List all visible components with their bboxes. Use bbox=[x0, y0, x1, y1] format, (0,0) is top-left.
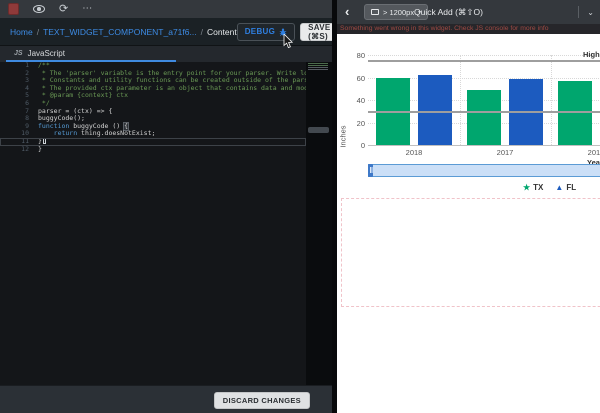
topbar-divider bbox=[578, 6, 579, 18]
y-axis-title: Inches bbox=[339, 107, 348, 167]
minimap-marks bbox=[308, 63, 328, 71]
refresh-icon[interactable]: ⟳ bbox=[59, 4, 68, 15]
line-number: 9 bbox=[0, 123, 38, 131]
text-cursor bbox=[43, 138, 47, 145]
preview-topbar: ‹ > 1200px ▾ Quick Add (⌘⇧O) ⌄ bbox=[337, 0, 600, 24]
code-lines: 1/**2 * The 'parser' variable is the ent… bbox=[0, 62, 306, 153]
code-token: thing.doesNotExist; bbox=[77, 130, 155, 138]
breadcrumb-separator: / bbox=[37, 27, 39, 37]
legend-item-tx[interactable]: ★TX bbox=[523, 183, 543, 192]
y-tick-label: 0 bbox=[339, 141, 365, 150]
app-logo-icon[interactable] bbox=[8, 3, 19, 15]
code-line[interactable]: 10 return thing.doesNotExist; bbox=[0, 130, 306, 138]
bar-fl-2018[interactable] bbox=[418, 75, 452, 145]
line-number: 11 bbox=[0, 138, 38, 146]
more-options-icon[interactable]: ⋯ bbox=[82, 5, 93, 13]
line-number: 1 bbox=[0, 62, 38, 70]
line-number: 6 bbox=[0, 100, 38, 108]
widget-error-banner: Something went wrong in this widget. Che… bbox=[337, 24, 600, 34]
chevron-down-icon[interactable]: ⌄ bbox=[587, 8, 594, 17]
breadcrumb-separator: / bbox=[201, 27, 203, 37]
preview-eye-icon[interactable] bbox=[33, 5, 45, 13]
line-number: 5 bbox=[0, 92, 38, 100]
breadcrumb-home-link[interactable]: Home bbox=[10, 27, 33, 37]
gridline bbox=[551, 55, 552, 145]
y-tick-label: 80 bbox=[339, 51, 365, 60]
empty-widget-placeholder bbox=[341, 198, 600, 307]
line-number: 2 bbox=[0, 70, 38, 78]
topbar-right-controls: ⌄ bbox=[578, 0, 594, 24]
minimap[interactable] bbox=[306, 62, 332, 385]
bar-tx-2017[interactable] bbox=[467, 90, 501, 145]
preview-panel: ‹ > 1200px ▾ Quick Add (⌘⇧O) ⌄ Something… bbox=[337, 0, 600, 413]
line-number: 7 bbox=[0, 108, 38, 116]
line-number: 8 bbox=[0, 115, 38, 123]
plot-line-label: Highest bbox=[583, 50, 600, 59]
tab-javascript-label: JavaScript bbox=[28, 49, 65, 58]
editor-scrollbar-thumb[interactable] bbox=[308, 127, 329, 133]
plot-line bbox=[368, 111, 600, 113]
quick-add-button[interactable]: Quick Add (⌘⇧O) bbox=[337, 0, 560, 24]
debug-button-label: DEBUG bbox=[245, 27, 275, 36]
code-token: } bbox=[38, 146, 42, 154]
chart-navigator-slider[interactable] bbox=[368, 164, 600, 177]
code-line[interactable]: 11} bbox=[0, 138, 306, 146]
line-number: 4 bbox=[0, 85, 38, 93]
legend-symbol: ▲ bbox=[555, 183, 563, 192]
code-line[interactable]: 12} bbox=[0, 146, 306, 154]
x-tick-label: 2018 bbox=[389, 148, 439, 157]
js-file-icon: JS bbox=[14, 50, 23, 57]
mouse-cursor bbox=[283, 34, 294, 54]
y-tick-label: 40 bbox=[339, 96, 365, 105]
line-number: 10 bbox=[0, 130, 38, 138]
plot-line bbox=[368, 60, 600, 62]
y-tick-label: 20 bbox=[339, 119, 365, 128]
chart-legend: ★TX ▲FL bbox=[523, 183, 576, 192]
x-tick-label: 2017 bbox=[480, 148, 530, 157]
breadcrumb-component-link[interactable]: TEXT_WIDGET_COMPONENT_a71f6... bbox=[43, 27, 197, 37]
code-token: * @param {context} ctx bbox=[38, 92, 128, 100]
discard-button-label: DISCARD CHANGES bbox=[223, 396, 301, 405]
x-tick-label: 2016 bbox=[571, 148, 600, 157]
breadcrumb-current-page: Content bbox=[207, 27, 237, 37]
code-token: return bbox=[54, 130, 77, 138]
column-chart: Inches 020406080201820172016HighestYear bbox=[337, 38, 600, 164]
navigator-handle[interactable] bbox=[368, 164, 373, 177]
legend-label: FL bbox=[566, 183, 576, 192]
x-axis-line bbox=[368, 145, 600, 146]
code-editor[interactable]: 1/**2 * The 'parser' variable is the ent… bbox=[0, 62, 306, 385]
discard-changes-button[interactable]: DISCARD CHANGES bbox=[214, 392, 310, 409]
gridline bbox=[460, 55, 461, 145]
editor-footer: DISCARD CHANGES bbox=[0, 385, 332, 413]
legend-item-fl[interactable]: ▲FL bbox=[555, 183, 576, 192]
y-tick-label: 60 bbox=[339, 74, 365, 83]
tab-javascript[interactable]: JS JavaScript bbox=[6, 46, 176, 62]
line-number: 3 bbox=[0, 77, 38, 85]
save-button-label: SAVE (⌘S) bbox=[308, 23, 330, 41]
line-number: 12 bbox=[0, 146, 38, 154]
legend-symbol: ★ bbox=[523, 183, 530, 192]
editor-toolbar: ⟳ ⋯ bbox=[0, 0, 337, 18]
legend-label: TX bbox=[533, 183, 543, 192]
gridline bbox=[368, 55, 600, 56]
editor-panel: ⟳ ⋯ Home / TEXT_WIDGET_COMPONENT_a71f6..… bbox=[0, 0, 337, 413]
